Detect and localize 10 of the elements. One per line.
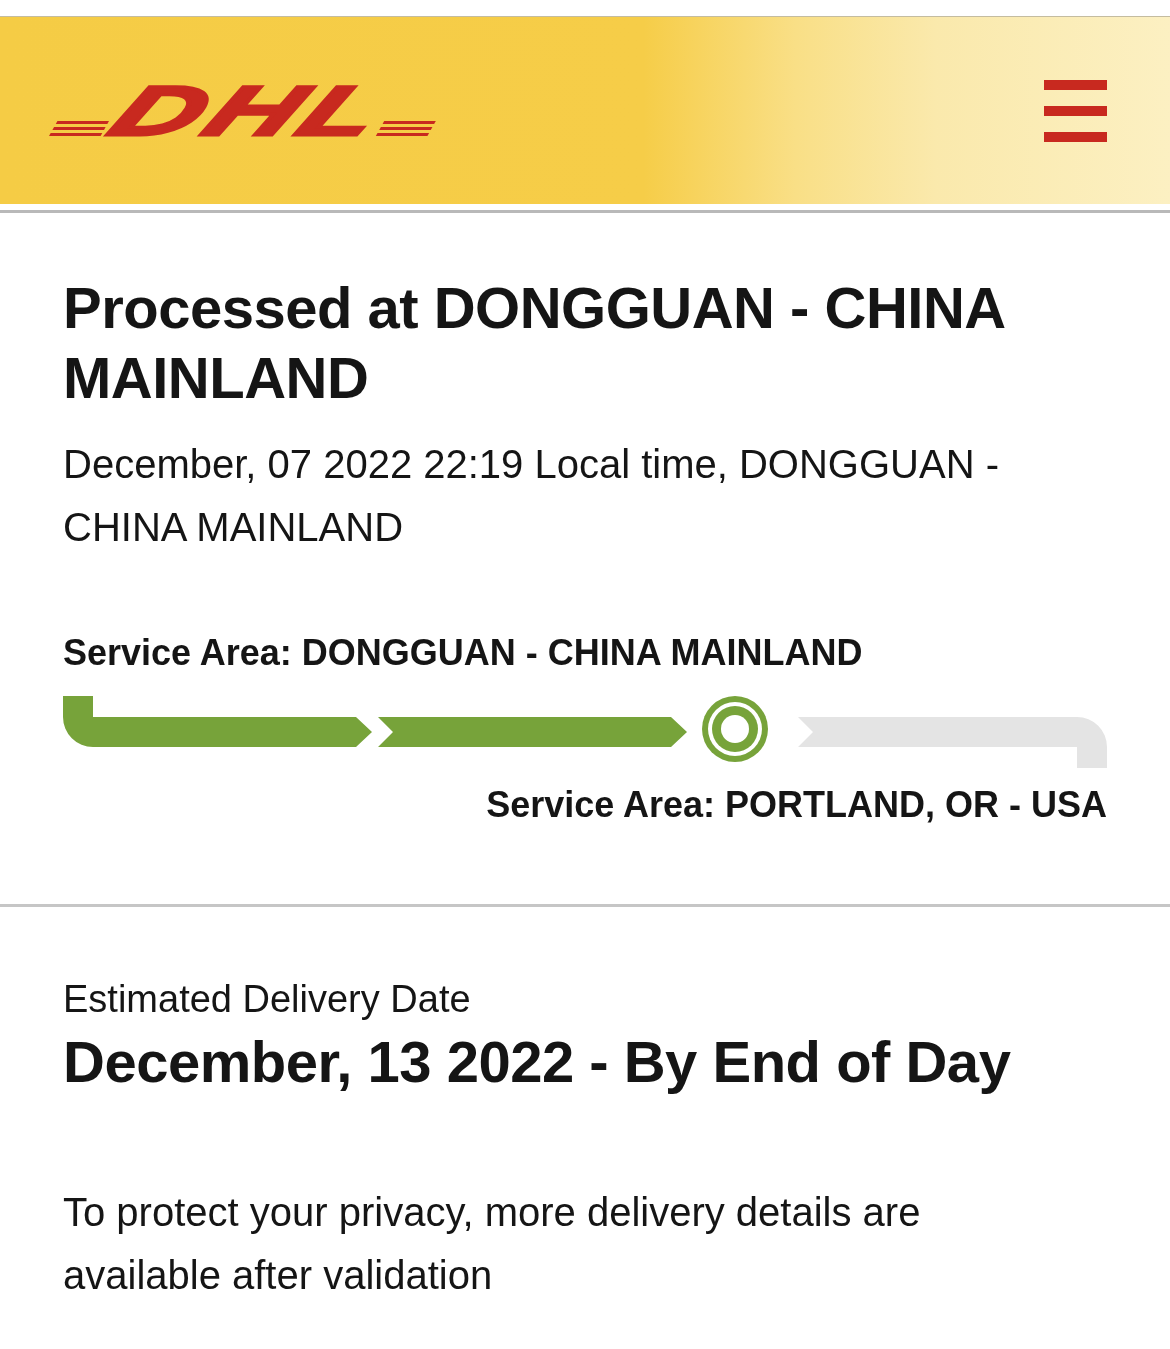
- destination-label: Service Area: PORTLAND, OR - USA: [485, 783, 1107, 827]
- origin-label: Service Area: DONGGUAN - CHINA MAINLAND: [63, 631, 864, 675]
- delivery-label: Estimated Delivery Date: [63, 977, 472, 1022]
- menu-button[interactable]: [1044, 79, 1107, 142]
- menu-icon: [1044, 79, 1107, 142]
- status-title: Processed at DONGGUAN - CHINA MAINLAND: [63, 274, 1006, 412]
- delivery-date: December, 13 2022 - By End of Day: [63, 1028, 1012, 1096]
- privacy-note: To protect your privacy, more delivery details are available after validation: [63, 1189, 922, 1299]
- status-timestamp: December, 07 2022 22:19 Local time, DONGGUAN - CHINA MAINLAND: [63, 441, 1000, 551]
- current-location-icon: [702, 696, 768, 762]
